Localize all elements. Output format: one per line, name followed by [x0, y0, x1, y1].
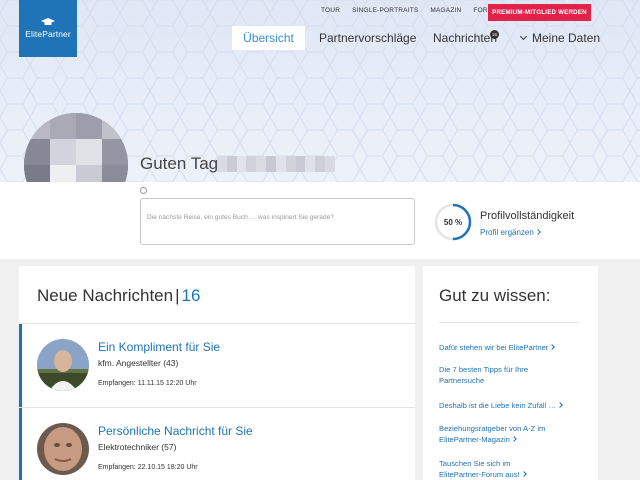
- info-link[interactable]: Tauschen Sie sich im ElitePartner-Forum …: [439, 458, 589, 480]
- messages-count[interactable]: 16: [182, 286, 201, 305]
- profile-completeness-title: Profilvollständigkeit: [480, 210, 575, 222]
- premium-button[interactable]: PREMIUM-MITGLIED WERDEN: [488, 4, 591, 21]
- message-item[interactable]: Persönliche Nachricht für Sie Elektrotec…: [19, 408, 415, 480]
- graduation-cap-icon: [41, 18, 55, 25]
- profile-complete-link[interactable]: Profil ergänzen: [480, 228, 541, 237]
- new-messages-title: Neue Nachrichten | 16: [37, 286, 200, 306]
- info-link[interactable]: Deshalb ist die Liebe kein Zufall …: [439, 400, 589, 411]
- message-item[interactable]: Ein Kompliment für Sie kfm. Angestellter…: [19, 324, 415, 407]
- status-placeholder: Die nächste Reise, ein gutes Buch … was …: [147, 214, 334, 221]
- message-accent-bar: [19, 324, 22, 407]
- messages-badge: 16: [490, 30, 499, 39]
- new-messages-card: Neue Nachrichten | 16 Ein Kompliment für S…: [19, 266, 415, 480]
- tab-partnervorschlaege[interactable]: Partnervorschläge: [319, 30, 416, 46]
- blurred-username: [217, 156, 335, 172]
- info-link-line1: Dafür stehen wir bei ElitePartner: [439, 343, 549, 352]
- new-messages-label: Neue Nachrichten: [37, 286, 174, 305]
- info-link-line1: Beziehungsratgeber von A-Z im: [439, 424, 546, 433]
- chevron-down-icon: [519, 32, 528, 41]
- divider: [439, 322, 579, 323]
- title-separator: |: [175, 286, 180, 305]
- profile-complete-label: Profil ergänzen: [480, 228, 534, 237]
- good-to-know-title: Gut zu wissen:: [439, 286, 551, 305]
- message-date: Empfangen: 11.11.15 12:20 Uhr: [98, 380, 197, 387]
- info-link-line1: Deshalb ist die Liebe kein Zufall …: [439, 401, 556, 410]
- message-title[interactable]: Persönliche Nachricht für Sie: [98, 424, 253, 438]
- info-link-line2: ElitePartner-Magazin: [439, 435, 510, 444]
- info-link[interactable]: Die 7 besten Tipps für Ihre Partnersuche: [439, 364, 589, 386]
- sender-avatar[interactable]: [37, 423, 89, 475]
- tab-nachrichten[interactable]: Nachrichten: [433, 30, 497, 46]
- message-accent-bar: [19, 408, 22, 480]
- info-link-line2: ElitePartner-Forum aus!: [439, 470, 520, 479]
- greeting-text: Guten Tag: [140, 154, 219, 173]
- top-nav-tour[interactable]: TOUR: [321, 7, 340, 14]
- good-to-know-card: Gut zu wissen: Dafür stehen wir bei Elit…: [423, 266, 598, 480]
- info-link-line1: Die 7 besten Tipps für Ihre: [439, 365, 529, 374]
- sender-avatar[interactable]: [37, 339, 89, 391]
- top-nav: TOUR SINGLE-PORTRAITS MAGAZIN FORUM: [321, 7, 498, 14]
- info-link[interactable]: Beziehungsratgeber von A-Z im ElitePartn…: [439, 423, 589, 445]
- info-link-line1: Tauschen Sie sich im: [439, 459, 511, 468]
- message-title[interactable]: Ein Kompliment für Sie: [98, 340, 220, 354]
- sender-photo: [37, 339, 89, 391]
- pencil-icon: [140, 187, 147, 194]
- info-link[interactable]: Dafür stehen wir bei ElitePartner: [439, 342, 589, 353]
- sender-photo: [37, 423, 89, 475]
- chevron-right-icon: [557, 402, 563, 408]
- tab-meine-daten-label: Meine Daten: [532, 31, 601, 45]
- sender-job: kfm. Angestellter (43): [98, 358, 179, 368]
- main-nav: Übersicht Partnervorschläge Nachrichten …: [0, 26, 640, 50]
- chevron-right-icon: [520, 471, 527, 477]
- tab-meine-daten[interactable]: Meine Daten: [519, 30, 601, 46]
- tab-uebersicht[interactable]: Übersicht: [232, 26, 305, 50]
- info-link-line2: Partnersuche: [439, 376, 485, 385]
- chevron-right-icon: [511, 436, 517, 442]
- chevron-right-icon: [534, 229, 541, 235]
- sender-job: Elektrotechniker (57): [98, 442, 177, 452]
- status-input[interactable]: Die nächste Reise, ein gutes Buch … was …: [140, 198, 415, 245]
- top-nav-magazin[interactable]: MAGAZIN: [430, 7, 461, 14]
- top-nav-single-portraits[interactable]: SINGLE-PORTRAITS: [352, 7, 418, 14]
- chevron-right-icon: [549, 344, 556, 350]
- profile-percent: 50 %: [443, 217, 463, 227]
- message-date: Empfangen: 22.10.15 18:20 Uhr: [98, 464, 198, 471]
